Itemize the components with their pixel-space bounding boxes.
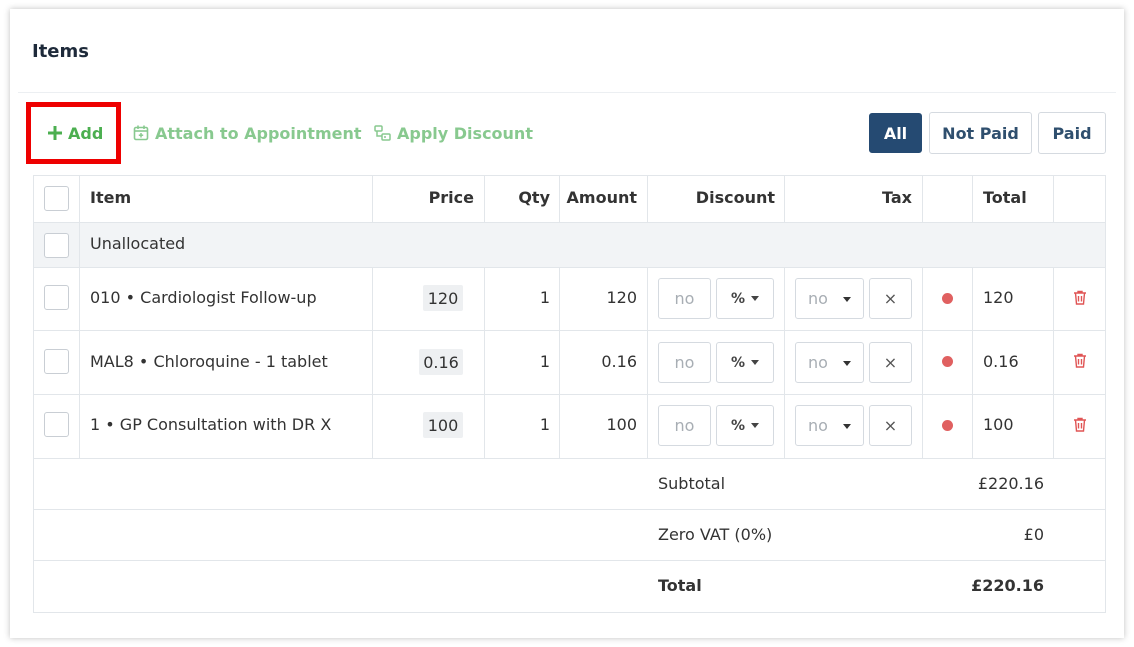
apply-discount-button[interactable]: Apply Discount bbox=[374, 121, 533, 145]
tax-select[interactable]: no bbox=[795, 342, 864, 383]
attach-appointment-label: Attach to Appointment bbox=[155, 123, 362, 143]
row-checkbox[interactable] bbox=[44, 285, 69, 310]
trash-icon[interactable] bbox=[1073, 353, 1087, 368]
tax-value: no bbox=[808, 353, 828, 372]
panel-title: Items bbox=[32, 41, 89, 62]
discount-type-value: % bbox=[730, 417, 746, 434]
header-amount: Amount bbox=[566, 188, 637, 207]
discount-type-select[interactable]: % bbox=[716, 405, 774, 446]
subtotal-value: £220.16 bbox=[977, 474, 1044, 493]
header-discount: Discount bbox=[695, 188, 775, 207]
highlight-box bbox=[26, 102, 121, 164]
discount-type-value: % bbox=[730, 354, 746, 371]
qty-value: 1 bbox=[539, 415, 550, 434]
filter-paid-button[interactable]: Paid bbox=[1038, 112, 1106, 154]
chevron-down-icon bbox=[751, 296, 760, 301]
amount-value: 120 bbox=[606, 288, 637, 307]
total-value: 0.16 bbox=[983, 352, 1019, 371]
subtotal-label: Subtotal bbox=[658, 474, 726, 493]
chevron-down-icon bbox=[843, 361, 851, 366]
discount-type-select[interactable]: % bbox=[716, 342, 774, 383]
calendar-icon bbox=[133, 125, 149, 141]
qty-value: 1 bbox=[539, 288, 550, 307]
amount-value: 100 bbox=[606, 415, 637, 434]
items-table: Item Price Qty Amount Discount Tax Total… bbox=[33, 175, 1106, 613]
clear-tax-button[interactable]: × bbox=[869, 405, 912, 446]
discount-input[interactable]: no bbox=[658, 342, 711, 383]
chevron-down-icon bbox=[843, 424, 851, 429]
item-name: 010 • Cardiologist Follow-up bbox=[90, 288, 317, 307]
discount-input[interactable]: no bbox=[658, 278, 711, 319]
discount-type-value: % bbox=[730, 290, 746, 307]
unallocated-row bbox=[34, 222, 1105, 267]
attach-appointment-button[interactable]: Attach to Appointment bbox=[133, 121, 362, 145]
qty-value: 1 bbox=[539, 352, 550, 371]
row-checkbox[interactable] bbox=[44, 412, 69, 437]
price-field[interactable]: 0.16 bbox=[419, 349, 463, 375]
total-value: 120 bbox=[983, 288, 1014, 307]
price-field[interactable]: 120 bbox=[423, 285, 463, 311]
tax-select[interactable]: no bbox=[795, 278, 864, 319]
header-qty: Qty bbox=[518, 188, 550, 207]
vat-value: £0 bbox=[1023, 525, 1044, 544]
chevron-down-icon bbox=[843, 297, 851, 302]
status-dot-icon bbox=[942, 420, 953, 431]
status-dot-icon bbox=[942, 356, 953, 367]
filter-not-paid-button[interactable]: Not Paid bbox=[929, 112, 1032, 154]
grand-total-value: £220.16 bbox=[971, 576, 1044, 595]
discount-input[interactable]: no bbox=[658, 405, 711, 446]
select-all-checkbox[interactable] bbox=[44, 186, 69, 211]
filter-all-button[interactable]: All bbox=[869, 113, 922, 153]
item-name: 1 • GP Consultation with DR X bbox=[90, 415, 332, 434]
unallocated-label: Unallocated bbox=[90, 234, 186, 253]
trash-icon[interactable] bbox=[1073, 290, 1087, 305]
tax-select[interactable]: no bbox=[795, 405, 864, 446]
panel-header: Items bbox=[18, 14, 1116, 93]
clear-tax-button[interactable]: × bbox=[869, 342, 912, 383]
vat-label: Zero VAT (0%) bbox=[658, 525, 773, 544]
total-label: Total bbox=[658, 576, 702, 595]
price-field[interactable]: 100 bbox=[423, 412, 463, 438]
item-name: MAL8 • Chloroquine - 1 tablet bbox=[90, 352, 328, 371]
header-item: Item bbox=[90, 188, 132, 207]
tax-value: no bbox=[808, 289, 828, 308]
header-price: Price bbox=[428, 188, 474, 207]
trash-icon[interactable] bbox=[1073, 417, 1087, 432]
unallocated-checkbox[interactable] bbox=[44, 233, 69, 258]
chevron-down-icon bbox=[751, 423, 760, 428]
header-tax: Tax bbox=[882, 188, 912, 207]
clear-tax-button[interactable]: × bbox=[869, 278, 912, 319]
amount-value: 0.16 bbox=[601, 352, 637, 371]
tax-value: no bbox=[808, 416, 828, 435]
total-value: 100 bbox=[983, 415, 1014, 434]
status-dot-icon bbox=[942, 293, 953, 304]
row-checkbox[interactable] bbox=[44, 349, 69, 374]
discount-type-select[interactable]: % bbox=[716, 278, 774, 319]
discount-icon bbox=[374, 125, 391, 141]
header-total: Total bbox=[983, 188, 1027, 207]
chevron-down-icon bbox=[751, 360, 760, 365]
apply-discount-label: Apply Discount bbox=[397, 123, 533, 143]
